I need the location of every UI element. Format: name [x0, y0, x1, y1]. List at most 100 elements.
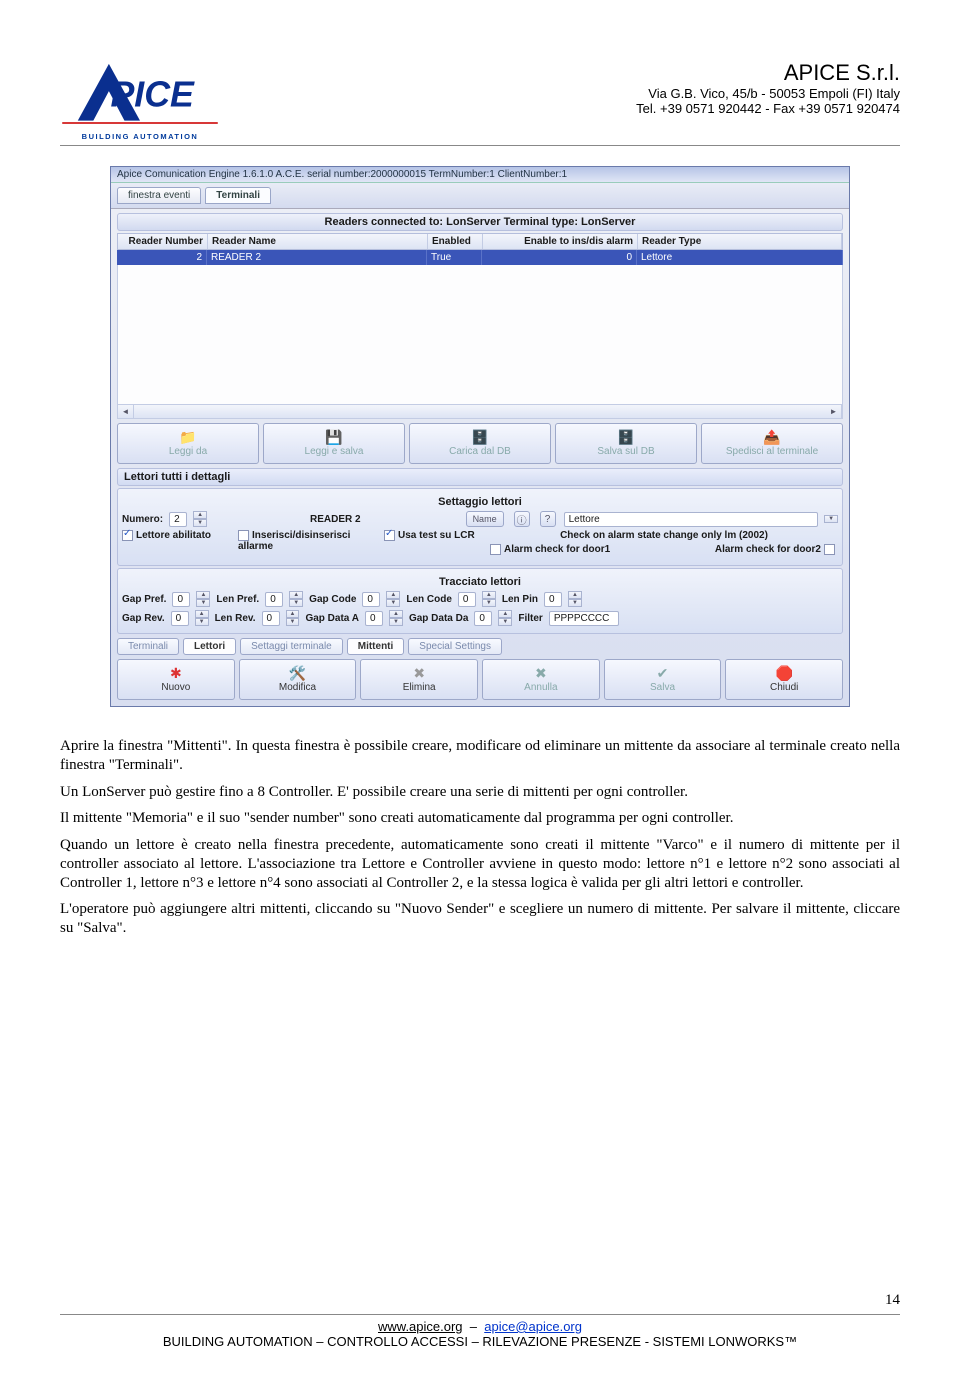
checkbox-icon [490, 544, 501, 555]
footer-www-link[interactable]: www.apice.org [378, 1319, 463, 1334]
spinner[interactable]: ▲▼ [195, 610, 209, 626]
salva-button[interactable]: ✔Salva [604, 659, 722, 700]
tab-special-bottom[interactable]: Special Settings [408, 638, 502, 655]
info-icon[interactable]: ⓘ [514, 511, 530, 527]
spinner[interactable]: ▲▼ [482, 591, 496, 607]
reader-type-dropdown[interactable]: Lettore [564, 512, 818, 527]
page-footer: www.apice.org – apice@apice.org BUILDING… [60, 1314, 900, 1349]
spinner[interactable]: ▲▼ [568, 591, 582, 607]
footer-email-link[interactable]: apice@apice.org [484, 1319, 582, 1334]
elimina-button[interactable]: ✖Elimina [360, 659, 478, 700]
salva-db-button[interactable]: 🗄️Salva sul DB [555, 423, 697, 464]
alarm-door2-label: Alarm check for door2 [715, 544, 821, 555]
len-pin-label: Len Pin [502, 594, 538, 605]
col-reader-type: Reader Type [638, 234, 842, 249]
leggi-da-label: Leggi da [169, 446, 207, 457]
len-rev-field[interactable]: 0 [262, 611, 280, 626]
tracciato-title: Tracciato lettori [122, 576, 838, 588]
spinner-up-icon[interactable]: ▲ [193, 511, 207, 519]
horizontal-scrollbar[interactable]: ◄ ► [117, 405, 843, 419]
table-row[interactable]: 2 READER 2 True 0 Lettore [117, 250, 843, 265]
body-text: Aprire la finestra "Mittenti". In questa… [60, 737, 900, 938]
cell-enabled: True [427, 250, 482, 265]
db-up-icon: 🗄️ [617, 430, 634, 444]
tab-lettori-bottom[interactable]: Lettori [183, 638, 236, 655]
paragraph-1: Aprire la finestra "Mittenti". In questa… [60, 737, 900, 775]
gap-data-a-label: Gap Data A [305, 613, 359, 624]
leggi-salva-button[interactable]: 💾Leggi e salva [263, 423, 405, 464]
spinner-down-icon[interactable]: ▼ [193, 519, 207, 527]
gap-data-da-label: Gap Data Da [409, 613, 468, 624]
col-reader-name: Reader Name [208, 234, 428, 249]
chiudi-button[interactable]: 🛑Chiudi [725, 659, 843, 700]
col-enable-alarm: Enable to ins/dis alarm [483, 234, 638, 249]
annulla-label: Annulla [524, 682, 557, 693]
elimina-label: Elimina [403, 682, 436, 693]
nuovo-button[interactable]: ✱Nuovo [117, 659, 235, 700]
tab-terminali[interactable]: Terminali [205, 187, 271, 204]
spinner[interactable]: ▲▼ [289, 591, 303, 607]
ins-dis-alarm-check[interactable]: Inserisci/disinserisci allarme [238, 530, 378, 552]
len-pref-label: Len Pref. [216, 594, 259, 605]
alarm-door2-check[interactable]: Alarm check for door2 [715, 544, 838, 555]
gap-rev-field[interactable]: 0 [171, 611, 189, 626]
tab-settaggi-bottom[interactable]: Settaggi terminale [240, 638, 343, 655]
table-header: Reader Number Reader Name Enabled Enable… [117, 233, 843, 250]
filter-field[interactable]: PPPPCCCC [549, 611, 619, 626]
folder-icon: 📁 [179, 430, 196, 444]
len-pin-field[interactable]: 0 [544, 592, 562, 607]
spinner[interactable]: ▲▼ [386, 591, 400, 607]
company-tel: Tel. +39 0571 920442 - Fax +39 0571 9204… [636, 101, 900, 116]
gap-code-field[interactable]: 0 [362, 592, 380, 607]
bottom-tab-row: Terminali Lettori Settaggi terminale Mit… [117, 638, 843, 655]
usa-test-lcr-check[interactable]: Usa test su LCR [384, 530, 484, 541]
scroll-left-icon[interactable]: ◄ [118, 405, 134, 418]
spinner[interactable]: ▲▼ [286, 610, 300, 626]
len-code-field[interactable]: 0 [458, 592, 476, 607]
checkbox-icon [122, 530, 133, 541]
settaggio-title: Settaggio lettori [122, 496, 838, 508]
col-reader-number: Reader Number [118, 234, 208, 249]
footer-tagline: BUILDING AUTOMATION – CONTROLLO ACCESSI … [60, 1334, 900, 1349]
page-number: 14 [885, 1292, 900, 1309]
apice-logo-icon: PICE [60, 60, 220, 130]
cell-type: Lettore [637, 250, 843, 265]
help-icon[interactable]: ? [540, 511, 556, 527]
tab-mittenti-bottom[interactable]: Mittenti [347, 638, 405, 655]
len-pref-field[interactable]: 0 [265, 592, 283, 607]
leggi-da-button[interactable]: 📁 Leggi da [117, 423, 259, 464]
alarm-door1-check[interactable]: Alarm check for door1 [490, 544, 610, 555]
name-button[interactable]: Name [466, 511, 504, 527]
cell-alarm: 0 [482, 250, 637, 265]
tab-finestra-eventi[interactable]: finestra eventi [117, 187, 201, 204]
type-dropdown-arrow[interactable]: ▼ [824, 515, 838, 523]
checkbox-icon [824, 544, 835, 555]
usa-test-label: Usa test su LCR [398, 530, 475, 541]
gap-rev-label: Gap Rev. [122, 613, 165, 624]
dettagli-bar: Lettori tutti i dettagli [117, 468, 843, 486]
numero-field[interactable]: 2 [169, 512, 187, 527]
carica-db-button[interactable]: 🗄️Carica dal DB [409, 423, 551, 464]
paragraph-4: Quando un lettore è creato nella finestr… [60, 836, 900, 892]
annulla-button[interactable]: ✖Annulla [482, 659, 600, 700]
spinner[interactable]: ▲▼ [196, 591, 210, 607]
spinner[interactable]: ▲▼ [389, 610, 403, 626]
numero-spinner[interactable]: ▲▼ [193, 511, 207, 527]
gap-pref-field[interactable]: 0 [172, 592, 190, 607]
readers-section-title: Readers connected to: LonServer Terminal… [117, 213, 843, 231]
lettore-abilitato-check[interactable]: Lettore abilitato [122, 530, 232, 541]
gap-data-a-field[interactable]: 0 [365, 611, 383, 626]
tab-terminali-bottom[interactable]: Terminali [117, 638, 179, 655]
spedisci-button[interactable]: 📤Spedisci al terminale [701, 423, 843, 464]
cell-reader-name: READER 2 [207, 250, 427, 265]
reader-name-display: READER 2 [213, 514, 457, 525]
logo-block: PICE BUILDING AUTOMATION [60, 60, 220, 141]
spinner[interactable]: ▲▼ [498, 610, 512, 626]
gap-data-da-field[interactable]: 0 [474, 611, 492, 626]
nuovo-label: Nuovo [161, 682, 190, 693]
paragraph-2: Un LonServer può gestire fino a 8 Contro… [60, 783, 900, 802]
checkbox-icon [384, 530, 395, 541]
scroll-right-icon[interactable]: ► [826, 405, 842, 418]
company-address: Via G.B. Vico, 45/b - 50053 Empoli (FI) … [636, 86, 900, 101]
modifica-button[interactable]: 🛠️Modifica [239, 659, 357, 700]
